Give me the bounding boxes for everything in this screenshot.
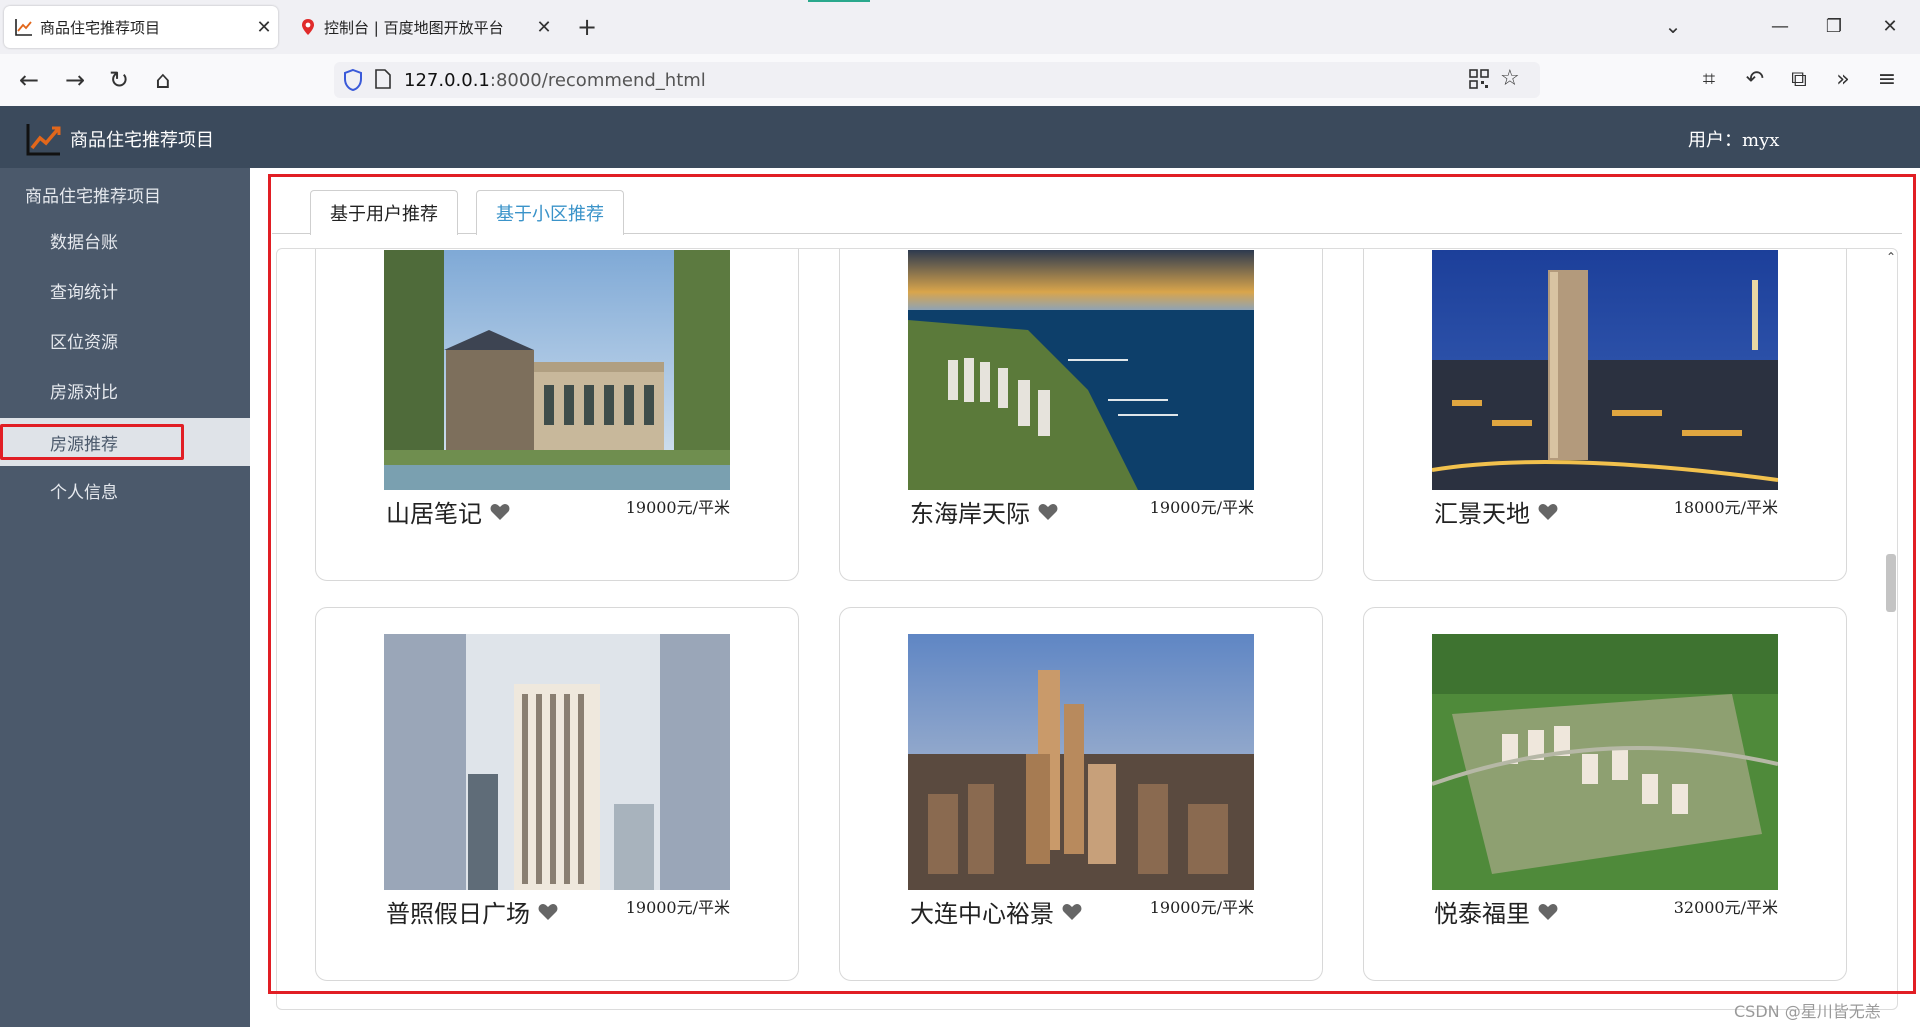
url-path: :8000/recommend_html — [489, 69, 706, 91]
user-label: 用户：myx — [1688, 130, 1780, 151]
sidebar: 商品住宅推荐项目 数据台账 查询统计 区位资源 房源对比 房源推荐 个人信息 — [0, 168, 250, 1027]
tab-accent-line — [808, 0, 870, 2]
sidebar-item-profile[interactable]: 个人信息 — [0, 466, 250, 514]
close-icon[interactable]: ✕ — [250, 17, 278, 38]
trend-chart-logo-icon — [26, 122, 62, 156]
sidebar-item-label: 房源对比 — [50, 382, 118, 403]
url-text[interactable]: 127.0.0.1:8000/recommend_html — [404, 70, 706, 91]
watermark: CSDN @星川皆无恙 — [1734, 1002, 1881, 1021]
minimize-icon[interactable]: — — [1760, 10, 1800, 44]
address-bar[interactable]: 127.0.0.1:8000/recommend_html ☆ — [334, 62, 1540, 98]
browser-tab-bar: 商品住宅推荐项目 ✕ 控制台 | 百度地图开放平台 ✕ + ⌄ — ❐ ✕ — [0, 0, 1920, 54]
sidebar-item-data-ledger[interactable]: 数据台账 — [0, 216, 250, 264]
sidebar-item-query-stats[interactable]: 查询统计 — [0, 266, 250, 314]
browser-tab-active[interactable]: 商品住宅推荐项目 ✕ — [4, 6, 278, 48]
restore-icon[interactable]: ❐ — [1814, 10, 1854, 44]
chart-favicon-icon — [14, 17, 34, 37]
sidebar-item-listing-compare[interactable]: 房源对比 — [0, 366, 250, 414]
tab-title: 商品住宅推荐项目 — [40, 18, 161, 37]
new-tab-plus-icon[interactable]: + — [572, 12, 602, 42]
map-pin-icon — [298, 17, 318, 37]
sidebar-item-location-resources[interactable]: 区位资源 — [0, 316, 250, 364]
menu-hamburger-icon[interactable]: ≡ — [1870, 63, 1904, 97]
list-tabs-chevron-down-icon[interactable]: ⌄ — [1660, 14, 1686, 40]
extensions-puzzle-icon[interactable]: ⧉ — [1782, 63, 1816, 97]
home-icon[interactable]: ⌂ — [146, 63, 180, 97]
window-close-icon[interactable]: ✕ — [1870, 10, 1910, 44]
app-header: 商品住宅推荐项目 用户：myx — [0, 106, 1920, 168]
url-host: 127.0.0.1 — [404, 69, 490, 91]
sidebar-red-highlight — [0, 424, 184, 460]
forward-arrow-icon[interactable]: → — [58, 63, 92, 97]
undo-arrow-icon[interactable]: ↶ — [1738, 63, 1772, 97]
reload-icon[interactable]: ↻ — [102, 63, 136, 97]
page-icon — [374, 68, 396, 92]
brand[interactable]: 商品住宅推荐项目 — [26, 122, 214, 156]
qr-code-icon[interactable] — [1468, 68, 1492, 92]
sidebar-item-label: 查询统计 — [50, 282, 118, 303]
browser-nav-bar: ← → ↻ ⌂ 127.0.0.1:8000/recommend_html ☆ … — [0, 54, 1920, 106]
more-tools-chevron-icon[interactable]: » — [1826, 63, 1860, 97]
sidebar-title: 商品住宅推荐项目 — [25, 187, 161, 207]
bookmark-star-icon[interactable]: ☆ — [1500, 66, 1524, 92]
shield-icon[interactable] — [342, 68, 366, 92]
sidebar-item-label: 个人信息 — [50, 482, 118, 503]
content-red-highlight — [268, 174, 1916, 994]
browser-tab-inactive[interactable]: 控制台 | 百度地图开放平台 ✕ — [288, 6, 558, 48]
close-icon[interactable]: ✕ — [530, 17, 558, 38]
back-arrow-icon[interactable]: ← — [12, 63, 46, 97]
sidebar-item-label: 数据台账 — [50, 232, 118, 253]
brand-title: 商品住宅推荐项目 — [70, 130, 214, 151]
crop-screenshot-icon[interactable]: ⌗ — [1692, 63, 1726, 97]
tab-title: 控制台 | 百度地图开放平台 — [324, 18, 504, 37]
sidebar-item-label: 区位资源 — [50, 332, 118, 353]
